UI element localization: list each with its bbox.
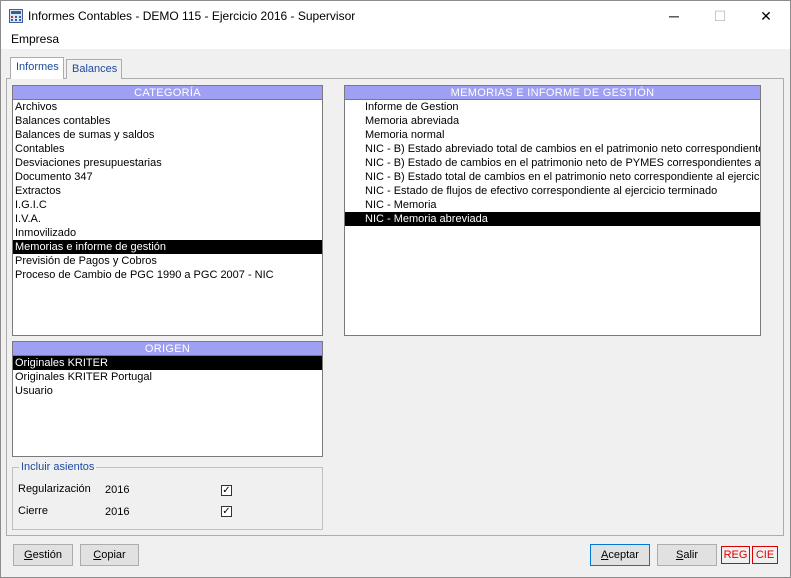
- gestion-button[interactable]: Gestión: [13, 544, 73, 566]
- minimize-button[interactable]: ─: [651, 1, 697, 31]
- categoria-items: Archivos Balances contables Balances de su…: [13, 100, 322, 282]
- categoria-list-item[interactable]: I.V.A.: [13, 212, 322, 226]
- cierre-year: 2016: [105, 506, 130, 518]
- memorias-header: MEMORIAS E INFORME DE GESTIÓN: [345, 86, 760, 100]
- memorias-list-item[interactable]: NIC - B) Estado total de cambios en el p…: [345, 170, 760, 184]
- categoria-header: CATEGORÍA: [13, 86, 322, 100]
- categoria-list[interactable]: CATEGORÍA Archivos Balances contables Bala…: [12, 85, 323, 336]
- memorias-list-item[interactable]: NIC - Estado de flujos de efectivo corre…: [345, 184, 760, 198]
- memorias-list-item[interactable]: Memoria abreviada: [345, 114, 760, 128]
- regularizacion-checkbox[interactable]: ✓: [221, 485, 232, 496]
- memorias-list-item[interactable]: Informe de Gestion: [345, 100, 760, 114]
- origen-items: Originales KRITER Originales KRITER Portu…: [13, 356, 322, 398]
- tab-balances[interactable]: Balances: [66, 59, 122, 79]
- categoria-list-item[interactable]: Memorias e informe de gestión: [13, 240, 322, 254]
- origen-list-item[interactable]: Originales KRITER: [13, 356, 322, 370]
- origen-header: ORIGEN: [13, 342, 322, 356]
- gestion-accel: G: [24, 549, 33, 561]
- salir-label: alir: [683, 549, 698, 561]
- reg-status-badge: REG: [721, 546, 750, 564]
- cierre-checkbox[interactable]: ✓: [221, 506, 232, 517]
- close-button[interactable]: ✕: [743, 1, 789, 31]
- categoria-list-item[interactable]: Desviaciones presupuestarias: [13, 156, 322, 170]
- categoria-list-item[interactable]: I.G.I.C: [13, 198, 322, 212]
- title-bar[interactable]: Informes Contables - DEMO 115 - Ejercici…: [1, 1, 790, 31]
- aceptar-label: ceptar: [608, 549, 639, 561]
- categoria-list-item[interactable]: Previsión de Pagos y Cobros: [13, 254, 322, 268]
- memorias-items: Informe de Gestion Memoria abreviada Memor…: [345, 100, 760, 226]
- tab-informes[interactable]: Informes: [10, 57, 64, 79]
- memorias-list-item[interactable]: Memoria normal: [345, 128, 760, 142]
- categoria-list-item[interactable]: Proceso de Cambio de PGC 1990 a PGC 2007…: [13, 268, 322, 282]
- regularizacion-label: Regularización: [18, 483, 91, 495]
- memorias-list[interactable]: MEMORIAS E INFORME DE GESTIÓN Informe de…: [344, 85, 761, 336]
- regularizacion-year: 2016: [105, 484, 130, 496]
- copiar-button[interactable]: Copiar: [80, 544, 139, 566]
- categoria-list-item[interactable]: Documento 347: [13, 170, 322, 184]
- copiar-label: opiar: [101, 549, 126, 561]
- menu-empresa[interactable]: Empresa: [11, 32, 59, 46]
- aceptar-button[interactable]: Aceptar: [590, 544, 650, 566]
- origen-list-item[interactable]: Originales KRITER Portugal: [13, 370, 322, 384]
- incluir-asientos-group: Incluir asientos Regularización 2016 ✓ C…: [12, 461, 323, 530]
- app-calculator-icon: [9, 9, 23, 23]
- memorias-list-item[interactable]: NIC - B) Estado abreviado total de cambi…: [345, 142, 760, 156]
- window-title: Informes Contables - DEMO 115 - Ejercici…: [28, 9, 356, 23]
- incluir-asientos-legend: Incluir asientos: [19, 461, 97, 473]
- memorias-list-item[interactable]: NIC - Memoria: [345, 198, 760, 212]
- origen-list-item[interactable]: Usuario: [13, 384, 322, 398]
- cie-status-badge: CIE: [752, 546, 778, 564]
- menu-bar: Empresa: [1, 31, 790, 49]
- categoria-list-item[interactable]: Extractos: [13, 184, 322, 198]
- cierre-label: Cierre: [18, 505, 48, 517]
- categoria-list-item[interactable]: Balances contables: [13, 114, 322, 128]
- gestion-label: estión: [32, 549, 62, 561]
- categoria-list-item[interactable]: Contables: [13, 142, 322, 156]
- main-window: Informes Contables - DEMO 115 - Ejercici…: [0, 0, 791, 578]
- memorias-list-item[interactable]: NIC - B) Estado de cambios en el patrimo…: [345, 156, 760, 170]
- origen-list[interactable]: ORIGEN Originales KRITER Originales KRITE…: [12, 341, 323, 457]
- categoria-list-item[interactable]: Inmovilizado: [13, 226, 322, 240]
- categoria-list-item[interactable]: Balances de sumas y saldos: [13, 128, 322, 142]
- salir-button[interactable]: Salir: [657, 544, 717, 566]
- maximize-button[interactable]: ☐: [697, 1, 743, 31]
- categoria-list-item[interactable]: Archivos: [13, 100, 322, 114]
- memorias-list-item[interactable]: NIC - Memoria abreviada: [345, 212, 760, 226]
